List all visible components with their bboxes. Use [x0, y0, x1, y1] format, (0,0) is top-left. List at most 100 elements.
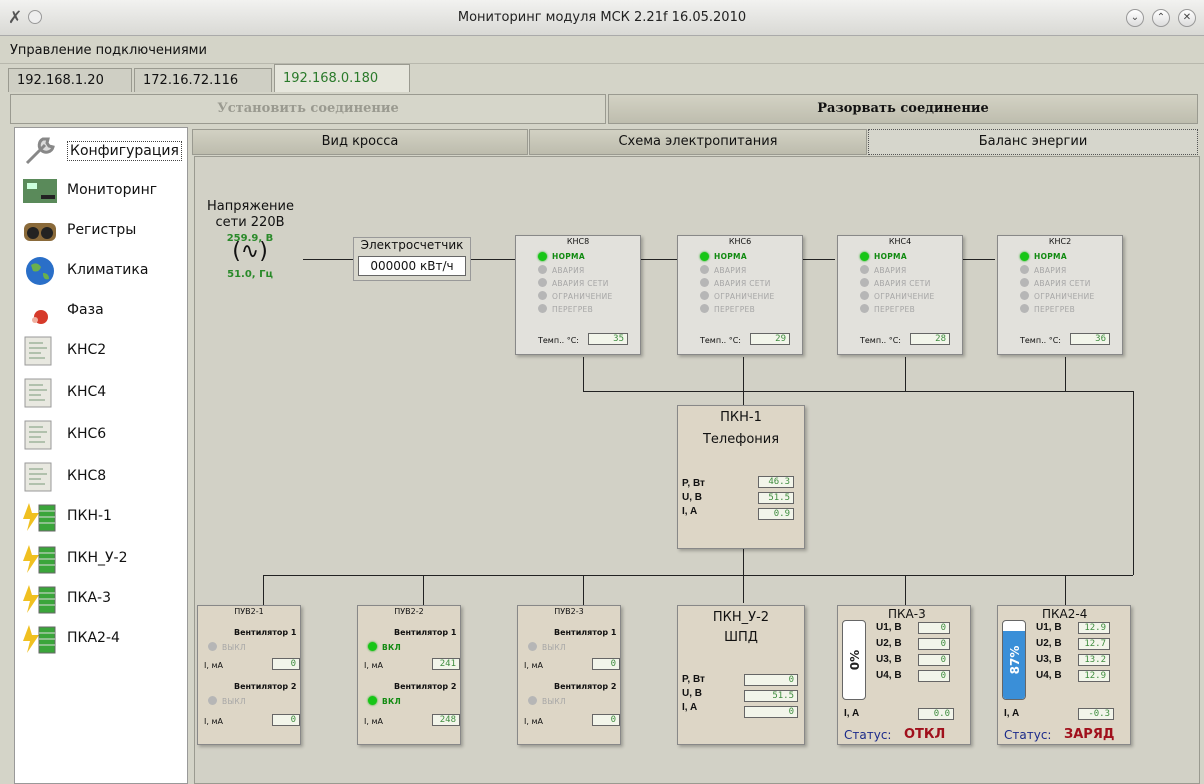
current-label: I, мА	[204, 717, 223, 726]
wire	[1065, 357, 1066, 391]
kns6-panel[interactable]: КНС6 НОРМА АВАРИЯ АВАРИЯ СЕТИ ОГРАНИЧЕНИ…	[677, 235, 803, 355]
status-limit: ОГРАНИЧЕНИЕ	[714, 292, 775, 301]
temp-value: 35	[588, 333, 628, 345]
led-icon	[1020, 304, 1029, 313]
u2-label: U2, B	[1036, 638, 1062, 649]
led-icon	[1020, 278, 1029, 287]
fan2-status: ВЫКЛ	[542, 697, 566, 706]
current-value: -0.3	[1078, 708, 1114, 720]
menu-connections[interactable]: Управление подключениями	[10, 43, 207, 58]
minimize-button[interactable]: ⌄	[1126, 9, 1144, 27]
current-label: I, мА	[364, 717, 383, 726]
wire	[905, 357, 906, 391]
fan1-label: Вентилятор 1	[554, 628, 617, 637]
current-label: I, мА	[524, 661, 543, 670]
u1-value: 12.9	[1078, 622, 1110, 634]
sidebar-item-phase[interactable]: Фаза	[19, 292, 185, 330]
maximize-button[interactable]: ⌃	[1152, 9, 1170, 27]
puv2-3-panel[interactable]: ПУВ2-3 Вентилятор 1 ВЫКЛ I, мА 0 Вентиля…	[517, 605, 621, 745]
battery-percent: 0%	[848, 649, 862, 671]
tab-ip-3[interactable]: 192.168.0.180	[274, 64, 410, 92]
kns2-panel[interactable]: КНС2 НОРМА АВАРИЯ АВАРИЯ СЕТИ ОГРАНИЧЕНИ…	[997, 235, 1123, 355]
led-icon	[860, 278, 869, 287]
battery-icon	[23, 625, 56, 654]
pkn1-panel[interactable]: ПКН-1 Телефония P, Вт 46.3 U, B 51.5 I, …	[677, 405, 805, 549]
sidebar-item-pkn-u2[interactable]: ПКН_У-2	[19, 540, 185, 578]
led-icon	[538, 278, 547, 287]
tab-energy-balance[interactable]: Баланс энергии	[868, 129, 1198, 155]
sidebar-item-configuration[interactable]: Конфигурация	[19, 132, 185, 170]
tab-ip-2[interactable]: 172.16.72.116	[134, 68, 272, 92]
current-value: 0.0	[918, 708, 954, 720]
led-icon	[208, 696, 217, 705]
led-icon	[528, 642, 537, 651]
current-value: 0	[744, 706, 798, 718]
fan2-label: Вентилятор 2	[394, 682, 457, 691]
led-icon	[700, 265, 709, 274]
pkn-u2-panel[interactable]: ПКН_У-2 ШПД P, Вт 0 U, B 51.5 I, A 0	[677, 605, 805, 745]
power-label: P, Вт	[682, 674, 705, 685]
pka3-name: ПКА-3	[888, 607, 926, 621]
wire	[743, 549, 744, 603]
fan2-current: 0	[592, 714, 620, 726]
led-icon	[538, 252, 547, 261]
puv2-1-panel[interactable]: ПУВ2-1 Вентилятор 1 ВЫКЛ I, мА 0 Вентиля…	[197, 605, 301, 745]
status-mains-alarm: АВАРИЯ СЕТИ	[1034, 279, 1091, 288]
kns-name: КНС2	[1048, 237, 1072, 246]
led-icon	[860, 304, 869, 313]
view-tabs: Вид кросса Схема электропитания Баланс э…	[192, 129, 1200, 155]
connect-button[interactable]: Установить соединение	[10, 94, 606, 124]
tab-ip-1[interactable]: 192.168.1.20	[8, 68, 132, 92]
puv2-2-panel[interactable]: ПУВ2-2 Вентилятор 1 ВКЛ I, мА 241 Вентил…	[357, 605, 461, 745]
led-icon	[538, 304, 547, 313]
sidebar-item-kns2[interactable]: КНС2	[19, 332, 185, 370]
led-icon	[860, 291, 869, 300]
battery-gauge: 87%	[1002, 620, 1026, 700]
disconnect-button[interactable]: Разорвать соединение	[608, 94, 1198, 124]
sidebar-item-monitoring[interactable]: Мониторинг	[19, 172, 185, 210]
sidebar-item-climate[interactable]: Климатика	[19, 252, 185, 290]
led-icon	[538, 265, 547, 274]
led-icon	[528, 696, 537, 705]
current-value: 0.9	[758, 508, 794, 520]
wire	[1065, 575, 1066, 605]
wire	[961, 259, 995, 260]
doc-icon	[24, 420, 52, 450]
battery-icon	[23, 585, 56, 614]
electricity-meter: Электросчетчик 000000 кВт/ч	[353, 237, 471, 281]
mains-title-2: сети 220В	[215, 215, 285, 230]
status-alarm: АВАРИЯ	[1034, 266, 1067, 275]
u3-value: 13.2	[1078, 654, 1110, 666]
u1-value: 0	[918, 622, 950, 634]
wire	[905, 575, 906, 605]
pka3-panel[interactable]: ПКА-3 0% U1, B 0 U2, B 0 U3, B 0 U4, B 0…	[837, 605, 971, 745]
status-limit: ОГРАНИЧЕНИЕ	[1034, 292, 1095, 301]
status-overheat: ПЕРЕГРЕВ	[552, 305, 594, 314]
close-button[interactable]: ✕	[1178, 9, 1196, 27]
current-label: I, мА	[364, 661, 383, 670]
sidebar-item-registers[interactable]: Регистры	[19, 212, 185, 250]
sidebar-item-pka2-4[interactable]: ПКА2-4	[19, 620, 185, 658]
kns4-panel[interactable]: КНС4 НОРМА АВАРИЯ АВАРИЯ СЕТИ ОГРАНИЧЕНИ…	[837, 235, 963, 355]
kns-name: КНС6	[728, 237, 752, 246]
tab-power-scheme[interactable]: Схема электропитания	[529, 129, 867, 155]
sidebar-item-pka3[interactable]: ПКА-3	[19, 580, 185, 618]
sidebar-item-kns4[interactable]: КНС4	[19, 374, 185, 412]
tab-cross-view[interactable]: Вид кросса	[192, 129, 528, 155]
led-icon	[538, 291, 547, 300]
battery-icon	[23, 545, 56, 574]
led-icon	[368, 696, 377, 705]
pka2-4-panel[interactable]: ПКА2-4 87% U1, B 12.9 U2, B 12.7 U3, B 1…	[997, 605, 1131, 745]
sidebar-item-kns8[interactable]: КНС8	[19, 458, 185, 496]
sidebar-item-label: Климатика	[67, 262, 149, 278]
temp-value: 36	[1070, 333, 1110, 345]
status-alarm: АВАРИЯ	[874, 266, 907, 275]
sidebar-item-pkn1[interactable]: ПКН-1	[19, 498, 185, 536]
power-value: 0	[744, 674, 798, 686]
temp-label: Темп.. °С:	[860, 336, 901, 345]
led-icon	[1020, 291, 1029, 300]
kns8-panel[interactable]: КНС8 НОРМА АВАРИЯ АВАРИЯ СЕТИ ОГРАНИЧЕНИ…	[515, 235, 641, 355]
doc-icon	[24, 336, 52, 366]
sidebar-item-kns6[interactable]: КНС6	[19, 416, 185, 454]
fan2-label: Вентилятор 2	[234, 682, 297, 691]
